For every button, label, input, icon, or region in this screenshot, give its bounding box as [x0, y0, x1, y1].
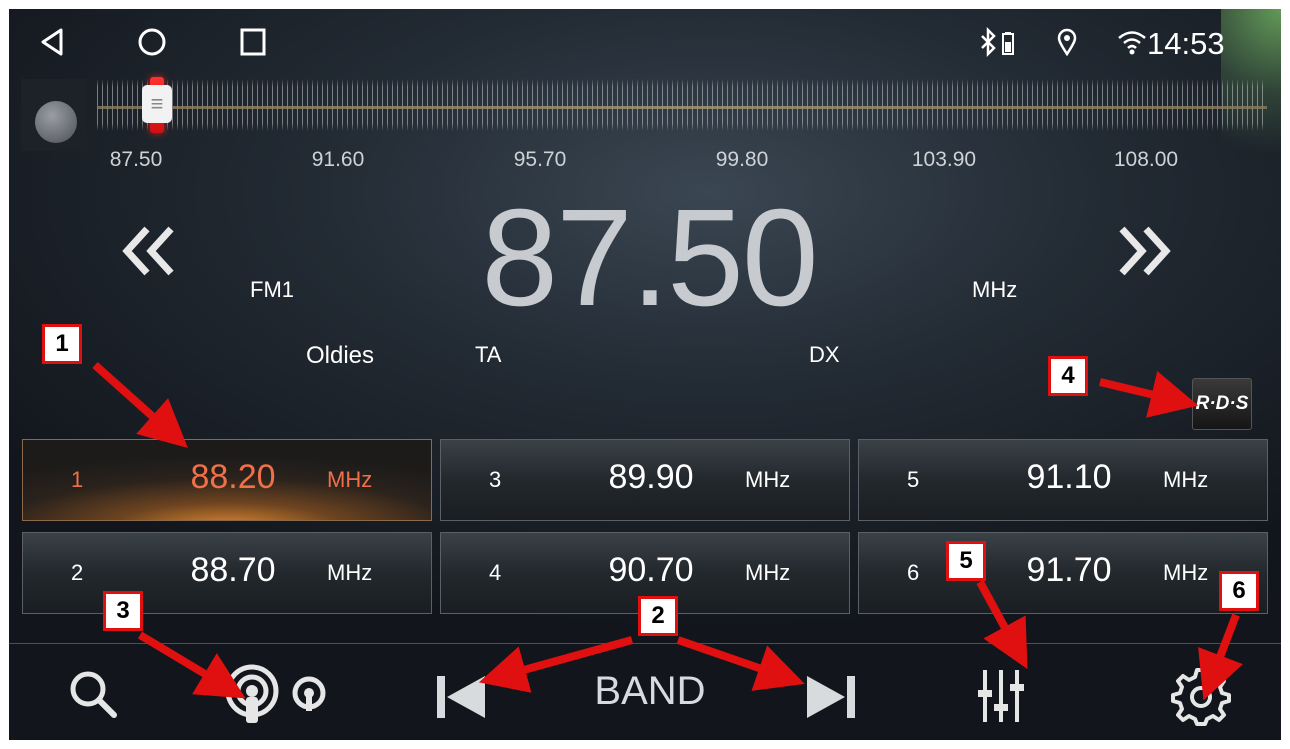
- frequency-unit: MHz: [972, 277, 1018, 302]
- preset-button-3[interactable]: 3 89.90 MHz: [440, 439, 850, 521]
- preset-unit: MHz: [745, 560, 791, 585]
- annotation-badge-4: 4: [1048, 356, 1088, 396]
- annotation-badge-6: 6: [1219, 571, 1259, 611]
- knob-icon: [35, 101, 77, 143]
- preset-number: 5: [907, 467, 920, 492]
- recents-icon[interactable]: [239, 27, 267, 63]
- bluetooth-icon: [979, 26, 999, 65]
- wifi-icon: [1116, 27, 1148, 65]
- dx-indicator: DX: [809, 342, 840, 367]
- scale-label: 91.60: [311, 148, 365, 171]
- stereo-icon[interactable]: [224, 663, 334, 732]
- annotation-badge-5: 5: [946, 541, 986, 581]
- preset-frequency: 91.70: [1026, 551, 1112, 589]
- preset-button-2[interactable]: 2 88.70 MHz: [22, 532, 432, 614]
- program-type: Oldies: [306, 342, 375, 369]
- home-icon[interactable]: [137, 27, 167, 63]
- band-indicator: FM1: [250, 277, 294, 302]
- band-button[interactable]: BAND: [575, 669, 725, 714]
- tuning-knob[interactable]: [21, 79, 87, 151]
- preset-number: 3: [489, 467, 502, 492]
- preset-frequency: 88.20: [190, 458, 276, 496]
- back-icon[interactable]: [39, 27, 65, 63]
- search-icon[interactable]: [66, 667, 122, 728]
- equalizer-icon[interactable]: [976, 664, 1026, 731]
- toolbar-divider: [9, 643, 1281, 644]
- preset-number: 2: [71, 560, 84, 585]
- next-icon[interactable]: [803, 672, 859, 727]
- preset-number: 6: [907, 560, 920, 585]
- current-frequency: 87.50: [481, 181, 818, 335]
- scale-label: 99.80: [715, 148, 769, 171]
- annotation-badge-3: 3: [103, 591, 143, 631]
- preset-unit: MHz: [1163, 560, 1209, 585]
- frequency-scale[interactable]: [97, 79, 1267, 131]
- preset-button-5[interactable]: 5 91.10 MHz: [858, 439, 1268, 521]
- scale-label: 95.70: [513, 148, 567, 171]
- settings-icon[interactable]: [1169, 664, 1231, 731]
- rds-button[interactable]: R·D·S: [1192, 378, 1252, 430]
- battery-icon: [1001, 27, 1015, 65]
- preset-frequency: 90.70: [608, 551, 694, 589]
- seek-back-icon[interactable]: [119, 221, 179, 291]
- scale-label: 87.50: [109, 148, 163, 171]
- annotation-badge-1: 1: [42, 324, 82, 364]
- ta-indicator: TA: [475, 342, 502, 367]
- preset-button-1[interactable]: 1 88.20 MHz: [22, 439, 432, 521]
- preset-number: 1: [71, 467, 84, 492]
- preset-frequency: 88.70: [190, 551, 276, 589]
- preset-number: 4: [489, 560, 502, 585]
- prev-icon[interactable]: [433, 672, 489, 727]
- preset-frequency: 89.90: [608, 458, 694, 496]
- preset-button-6[interactable]: 6 91.70 MHz: [858, 532, 1268, 614]
- preset-unit: MHz: [1163, 467, 1209, 492]
- scale-slider-handle[interactable]: ≡: [142, 85, 172, 123]
- scale-label: 103.90: [911, 148, 977, 171]
- location-icon: [1057, 27, 1077, 65]
- status-time: 14:53: [1147, 26, 1225, 61]
- preset-frequency: 91.10: [1026, 458, 1112, 496]
- preset-unit: MHz: [745, 467, 791, 492]
- seek-forward-icon[interactable]: [1114, 221, 1174, 291]
- preset-unit: MHz: [327, 467, 373, 492]
- scale-line: [97, 106, 1267, 109]
- annotation-badge-2: 2: [638, 596, 678, 636]
- preset-unit: MHz: [327, 560, 373, 585]
- scale-label: 108.00: [1113, 148, 1179, 171]
